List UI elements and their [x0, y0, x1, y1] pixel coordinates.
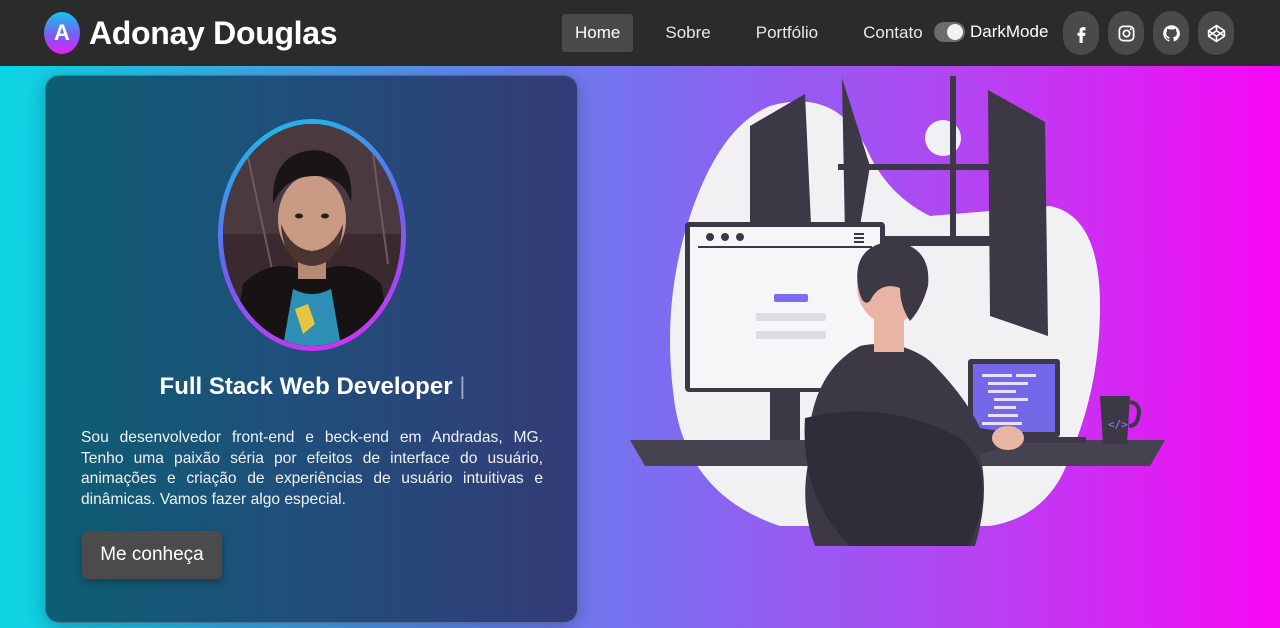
hero-title: Full Stack Web Developer | — [46, 373, 579, 401]
brand[interactable]: A Adonay Douglas — [44, 12, 338, 54]
developer-illustration: </> — [630, 76, 1165, 546]
nav-links: Home Sobre Portfólio Contato — [562, 14, 955, 52]
nav-item-sobre[interactable]: Sobre — [652, 14, 723, 52]
github-icon — [1162, 24, 1180, 41]
dark-mode-label: DarkMode — [970, 22, 1049, 41]
nav-item-contato[interactable]: Contato — [850, 14, 936, 52]
me-conheca-button[interactable]: Me conheça — [82, 531, 222, 579]
nav-item-portfolio[interactable]: Portfólio — [743, 14, 831, 52]
facebook-button[interactable] — [1063, 11, 1099, 55]
hero-card: Full Stack Web Developer | Sou desenvolv… — [45, 75, 578, 623]
avatar — [223, 124, 401, 346]
github-button[interactable] — [1153, 11, 1189, 55]
typing-cursor: | — [459, 373, 466, 400]
instagram-icon — [1118, 25, 1134, 41]
instagram-button[interactable] — [1108, 11, 1144, 55]
social-links — [1063, 11, 1243, 55]
window-right — [988, 90, 1048, 336]
hero-title-text: Full Stack Web Developer — [159, 373, 453, 400]
facebook-icon — [1077, 26, 1085, 43]
navbar: A Adonay Douglas Home Sobre Portfólio Co… — [0, 0, 1280, 66]
hero-description: Sou desenvolvedor front-end e beck-end e… — [81, 429, 543, 508]
avatar-photo — [223, 124, 401, 346]
toggle-knob — [947, 24, 963, 40]
codepen-button[interactable] — [1198, 11, 1234, 55]
dark-mode-toggle[interactable]: DarkMode — [934, 22, 1048, 42]
brand-name[interactable]: Adonay Douglas — [89, 15, 338, 52]
brand-logo[interactable]: A — [44, 12, 80, 54]
codepen-icon — [1207, 24, 1225, 42]
svg-text:</>: </> — [1108, 418, 1128, 431]
nav-item-home[interactable]: Home — [562, 14, 634, 52]
avatar-ring — [218, 119, 406, 351]
toggle-switch[interactable] — [934, 22, 965, 42]
